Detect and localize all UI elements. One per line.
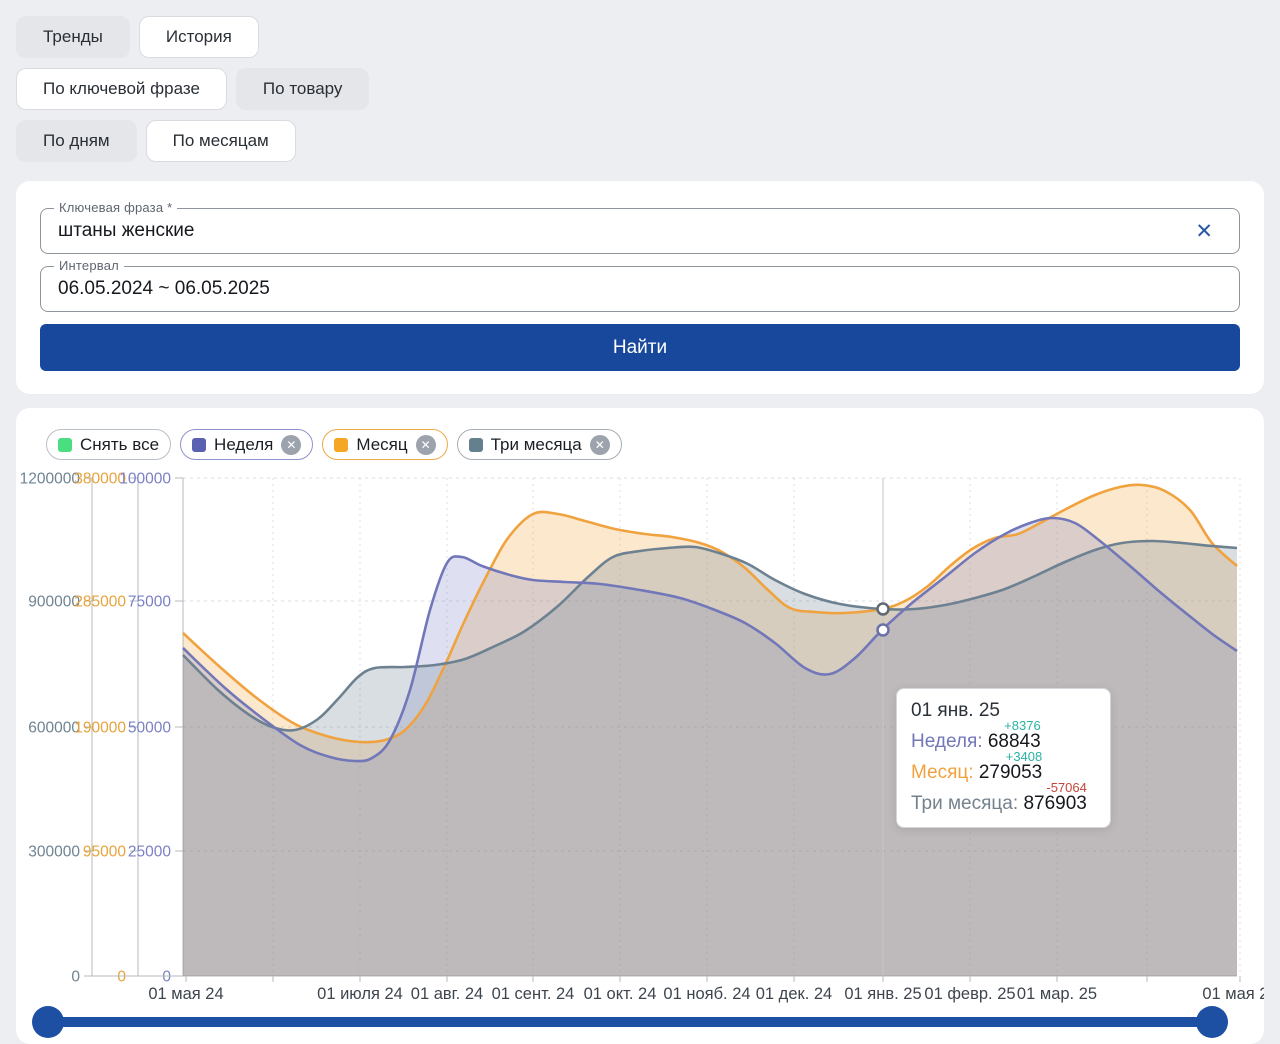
svg-text:25000: 25000 bbox=[128, 844, 171, 861]
search-button[interactable]: Найти bbox=[40, 324, 1240, 371]
svg-text:01 окт. 24: 01 окт. 24 bbox=[584, 985, 657, 1003]
remove-series-icon[interactable]: ✕ bbox=[281, 435, 301, 455]
svg-text:50000: 50000 bbox=[128, 720, 171, 737]
search-mode-row: По ключевой фразеПо товару bbox=[16, 68, 369, 110]
legend-chip-three-months[interactable]: Три месяца ✕ bbox=[457, 429, 622, 460]
legend-chip-month[interactable]: Месяц ✕ bbox=[322, 429, 447, 460]
mode-product[interactable]: По товару bbox=[236, 68, 370, 110]
legend-chip-label: Месяц bbox=[356, 435, 407, 455]
interval-field[interactable]: Интервал 06.05.2024 ~ 06.05.2025 bbox=[40, 266, 1240, 312]
svg-text:0: 0 bbox=[162, 969, 171, 986]
granularity-days[interactable]: По дням bbox=[16, 120, 137, 162]
svg-text:01 авг. 24: 01 авг. 24 bbox=[411, 985, 483, 1003]
legend-swatch-icon bbox=[192, 438, 206, 452]
clear-keyword-icon[interactable]: ✕ bbox=[1195, 209, 1213, 253]
legend-swatch-icon bbox=[58, 438, 72, 452]
legend-chip-label: Три месяца bbox=[491, 435, 582, 455]
svg-text:01 мая 25: 01 мая 25 bbox=[1202, 985, 1264, 1003]
date-range-slider bbox=[16, 1004, 1264, 1040]
interval-field-value[interactable]: 06.05.2024 ~ 06.05.2025 bbox=[58, 267, 270, 311]
keyword-field[interactable]: Ключевая фраза * штаны женские ✕ bbox=[40, 208, 1240, 254]
tab-history[interactable]: История bbox=[139, 16, 259, 58]
svg-text:0: 0 bbox=[71, 969, 80, 986]
legend-chip-clear-all[interactable]: Снять все bbox=[46, 429, 171, 460]
legend: Снять все Неделя ✕ Месяц ✕ Три месяца ✕ bbox=[46, 429, 622, 460]
search-form-card: Ключевая фраза * штаны женские ✕ Интерва… bbox=[16, 181, 1264, 394]
legend-swatch-icon bbox=[334, 438, 348, 452]
svg-text:95000: 95000 bbox=[83, 844, 126, 861]
slider-handle-left[interactable] bbox=[32, 1006, 64, 1038]
svg-text:01 февр. 25: 01 февр. 25 bbox=[924, 985, 1015, 1003]
slider-track[interactable] bbox=[48, 1017, 1228, 1027]
legend-chip-label: Снять все bbox=[80, 435, 159, 455]
svg-text:0: 0 bbox=[117, 969, 126, 986]
remove-series-icon[interactable]: ✕ bbox=[416, 435, 436, 455]
tooltip-row: Неделя: 68843+8376 bbox=[911, 731, 1096, 753]
legend-chip-week[interactable]: Неделя ✕ bbox=[180, 429, 313, 460]
svg-text:900000: 900000 bbox=[28, 594, 80, 611]
svg-text:300000: 300000 bbox=[28, 844, 80, 861]
svg-text:100000: 100000 bbox=[119, 471, 171, 488]
svg-text:285000: 285000 bbox=[74, 594, 126, 611]
svg-text:1200000: 1200000 bbox=[20, 471, 81, 488]
filter-rows: ТрендыИсторияПо ключевой фразеПо товаруП… bbox=[16, 16, 369, 172]
tooltip-row: Три месяца: 876903-57064 bbox=[911, 793, 1096, 815]
svg-text:190000: 190000 bbox=[74, 720, 126, 737]
svg-text:01 сент. 24: 01 сент. 24 bbox=[492, 985, 575, 1003]
legend-chip-label: Неделя bbox=[214, 435, 273, 455]
svg-text:01 мар. 25: 01 мар. 25 bbox=[1017, 985, 1097, 1003]
slider-handle-right[interactable] bbox=[1196, 1006, 1228, 1038]
svg-text:01 янв. 25: 01 янв. 25 bbox=[844, 985, 921, 1003]
chart-tooltip: 01 янв. 25 Неделя: 68843+8376Месяц: 2790… bbox=[896, 688, 1111, 828]
svg-text:600000: 600000 bbox=[28, 720, 80, 737]
tab-trends[interactable]: Тренды bbox=[16, 16, 130, 58]
svg-text:01 дек. 24: 01 дек. 24 bbox=[756, 985, 832, 1003]
legend-swatch-icon bbox=[469, 438, 483, 452]
svg-text:01 нояб. 24: 01 нояб. 24 bbox=[663, 985, 750, 1003]
granularity-row: По днямПо месяцам bbox=[16, 120, 369, 162]
view-tabs-row: ТрендыИстория bbox=[16, 16, 369, 58]
remove-series-icon[interactable]: ✕ bbox=[590, 435, 610, 455]
granularity-months[interactable]: По месяцам bbox=[146, 120, 296, 162]
svg-text:01 мая 24: 01 мая 24 bbox=[148, 985, 223, 1003]
keyword-field-value[interactable]: штаны женские bbox=[58, 209, 195, 253]
svg-text:01 июля 24: 01 июля 24 bbox=[317, 985, 403, 1003]
chart-card: Снять все Неделя ✕ Месяц ✕ Три месяца ✕ 120000… bbox=[16, 408, 1264, 1044]
mode-keyword-phrase[interactable]: По ключевой фразе bbox=[16, 68, 227, 110]
svg-text:75000: 75000 bbox=[128, 594, 171, 611]
